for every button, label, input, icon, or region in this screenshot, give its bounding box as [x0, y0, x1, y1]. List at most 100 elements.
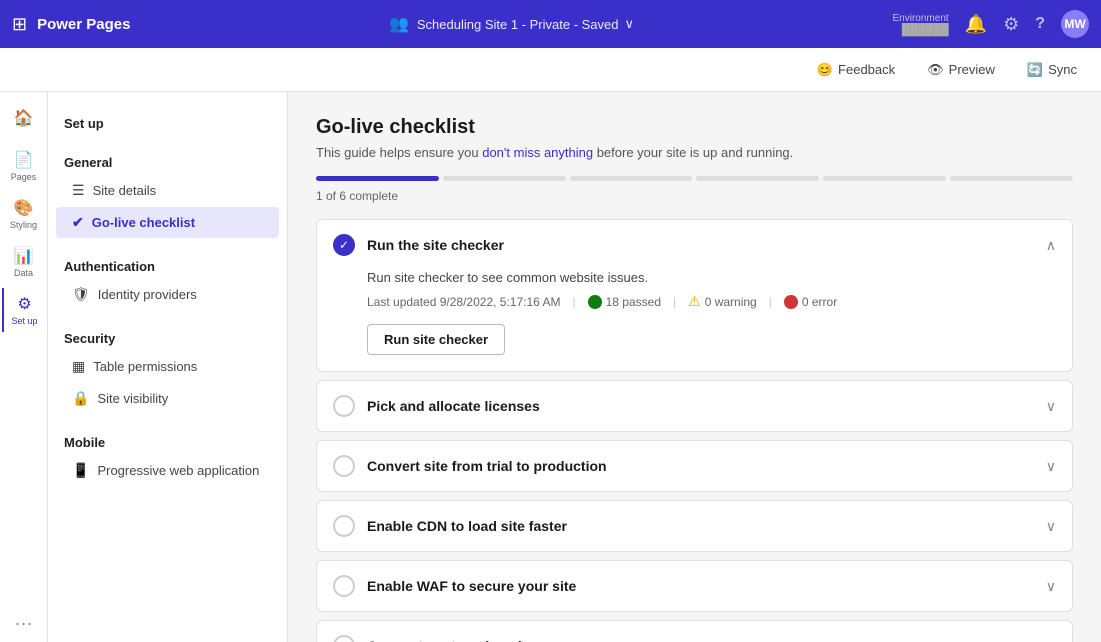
site-checker-desc: Run site checker to see common website i… [367, 270, 1056, 285]
checklist-item-licenses: Pick and allocate licenses ∨ [316, 380, 1073, 432]
sidebar-icon-data[interactable]: 📊 Data [2, 240, 46, 284]
nav-item-identity-providers[interactable]: 🛡 Identity providers [56, 279, 279, 310]
checklist-header-convert[interactable]: Convert site from trial to production ∨ [317, 441, 1072, 491]
checklist-item-cdn: Enable CDN to load site faster ∨ [316, 500, 1073, 552]
check-circle-cdn [333, 515, 355, 537]
checklist-header-domain[interactable]: Connect custom domain ∨ [317, 621, 1072, 642]
check-circle-waf [333, 575, 355, 597]
progress-count: 1 of 6 complete [316, 189, 1073, 203]
sidebar-icon-setup[interactable]: ⚙ Set up [2, 288, 46, 332]
nav-item-site-details[interactable]: ☰ Site details [56, 175, 279, 206]
sync-button[interactable]: 🔄 Sync [1019, 58, 1085, 82]
environment-info: Environment ██████ [893, 13, 949, 36]
checklist-header-licenses[interactable]: Pick and allocate licenses ∨ [317, 381, 1072, 431]
site-selector-chevron: ∨ [625, 16, 635, 32]
home-icon: 🏠 [14, 108, 34, 128]
authentication-section-title: Authentication [48, 251, 287, 278]
check-circle-licenses [333, 395, 355, 417]
grid-icon[interactable]: ⊞ [12, 14, 27, 35]
mobile-icon: 📱 [72, 462, 89, 479]
checklist-title-site-checker: Run the site checker [367, 237, 1034, 253]
checklist-icon: ✔ [72, 214, 84, 231]
checklist-item-domain: Connect custom domain ∨ [316, 620, 1073, 642]
nav-item-golive-checklist[interactable]: ✔ Go-live checklist [56, 207, 279, 238]
data-icon: 📊 [14, 246, 34, 266]
progress-bar [316, 176, 1073, 181]
checklist-item-waf: Enable WAF to secure your site ∨ [316, 560, 1073, 612]
sidebar-icon-pages[interactable]: 📄 Pages [2, 144, 46, 188]
nav-sidebar: Set up General ☰ Site details ✔ Go-live … [48, 92, 288, 642]
checklist-title-convert: Convert site from trial to production [367, 458, 1034, 474]
avatar[interactable]: MW [1061, 10, 1089, 38]
sync-icon: 🔄 [1027, 62, 1043, 78]
site-icon: 👥 [389, 14, 409, 34]
run-site-checker-button[interactable]: Run site checker [367, 324, 505, 355]
checklist-item-convert: Convert site from trial to production ∨ [316, 440, 1073, 492]
setup-icon: ⚙ [17, 294, 31, 314]
passed-dot [588, 295, 602, 309]
lock-icon: 🔒 [72, 390, 89, 407]
chevron-up-icon: ∧ [1046, 237, 1056, 254]
table-icon: ▦ [72, 358, 85, 375]
shield-icon: 🛡 [72, 286, 90, 303]
main-content: Go-live checklist This guide helps ensur… [288, 92, 1101, 642]
main-layout: 🏠 📄 Pages 🎨 Styling 📊 Data ⚙ Set up ··· … [0, 92, 1101, 642]
preview-icon: 👁 [927, 62, 944, 78]
chevron-down-waf-icon: ∨ [1046, 578, 1056, 595]
checklist-header-waf[interactable]: Enable WAF to secure your site ∨ [317, 561, 1072, 611]
meta-passed: 18 passed [588, 295, 661, 309]
app-title: Power Pages [37, 16, 130, 33]
error-dot [784, 295, 798, 309]
subtitle-link[interactable]: don't miss anything [482, 145, 593, 160]
meta-date: Last updated 9/28/2022, 5:17:16 AM [367, 295, 561, 309]
progress-segment-3 [570, 176, 693, 181]
checklist-header-site-checker[interactable]: ✓ Run the site checker ∧ [317, 220, 1072, 270]
page-subtitle: This guide helps ensure you don't miss a… [316, 145, 1073, 160]
topbar: ⊞ Power Pages 👥 Scheduling Site 1 - Priv… [0, 0, 1101, 48]
meta-error: 0 error [784, 295, 837, 309]
help-icon[interactable]: ? [1035, 15, 1045, 33]
progress-segment-1 [316, 176, 439, 181]
checklist-header-cdn[interactable]: Enable CDN to load site faster ∨ [317, 501, 1072, 551]
site-selector-label: Scheduling Site 1 - Private - Saved [417, 17, 619, 32]
pages-icon: 📄 [14, 150, 34, 170]
chevron-down-convert-icon: ∨ [1046, 458, 1056, 475]
nav-item-site-visibility[interactable]: 🔒 Site visibility [56, 383, 279, 414]
checklist-expanded-site-checker: Run site checker to see common website i… [317, 270, 1072, 371]
sidebar-more-icon[interactable]: ··· [15, 613, 33, 634]
sidebar-icon-styling[interactable]: 🎨 Styling [2, 192, 46, 236]
chevron-down-licenses-icon: ∨ [1046, 398, 1056, 415]
mobile-section-title: Mobile [48, 427, 287, 454]
nav-item-pwa[interactable]: 📱 Progressive web application [56, 455, 279, 486]
check-circle-convert [333, 455, 355, 477]
site-details-icon: ☰ [72, 182, 85, 199]
chevron-down-domain-icon: ∨ [1046, 638, 1056, 642]
nav-item-table-permissions[interactable]: ▦ Table permissions [56, 351, 279, 382]
site-checker-meta: Last updated 9/28/2022, 5:17:16 AM | 18 … [367, 293, 1056, 310]
sidebar-icon-home[interactable]: 🏠 [2, 96, 46, 140]
progress-segment-2 [443, 176, 566, 181]
meta-warning: ⚠ 0 warning [688, 293, 757, 310]
page-title: Go-live checklist [316, 116, 1073, 139]
feedback-icon: 😊 [817, 62, 833, 78]
setup-title: Set up [48, 108, 287, 135]
warning-icon: ⚠ [688, 293, 701, 310]
feedback-button[interactable]: 😊 Feedback [809, 58, 903, 82]
progress-segment-5 [823, 176, 946, 181]
progress-segment-4 [696, 176, 819, 181]
checklist-title-licenses: Pick and allocate licenses [367, 398, 1034, 414]
security-section-title: Security [48, 323, 287, 350]
check-circle-domain [333, 635, 355, 642]
styling-icon: 🎨 [14, 198, 34, 218]
site-selector[interactable]: Scheduling Site 1 - Private - Saved ∨ [417, 16, 634, 32]
bell-icon[interactable]: 🔔 [965, 14, 987, 35]
progress-segment-6 [950, 176, 1073, 181]
icon-sidebar: 🏠 📄 Pages 🎨 Styling 📊 Data ⚙ Set up ··· [0, 92, 48, 642]
preview-button[interactable]: 👁 Preview [919, 58, 1003, 82]
check-circle-site-checker: ✓ [333, 234, 355, 256]
checklist-title-domain: Connect custom domain [367, 638, 1034, 642]
chevron-down-cdn-icon: ∨ [1046, 518, 1056, 535]
subheader: 😊 Feedback 👁 Preview 🔄 Sync [0, 48, 1101, 92]
settings-icon[interactable]: ⚙ [1003, 14, 1019, 35]
checklist-title-cdn: Enable CDN to load site faster [367, 518, 1034, 534]
